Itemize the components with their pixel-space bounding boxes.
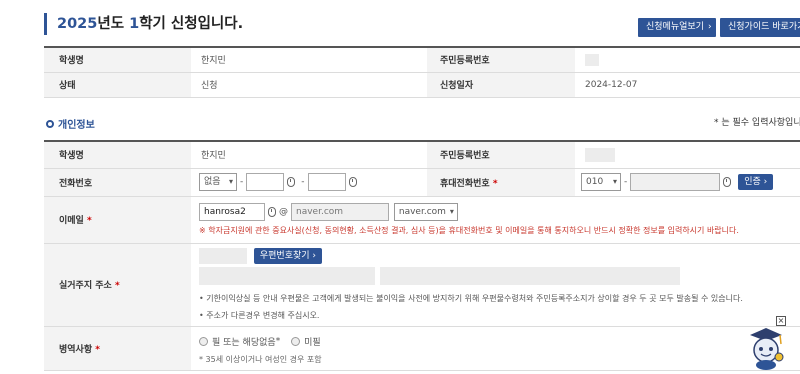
phone-label: 전화번호 — [44, 168, 191, 197]
mouse-keyboard-icon[interactable] — [287, 177, 296, 187]
rrn-label: 주민등록번호 — [427, 140, 575, 169]
mouse-keyboard-icon[interactable] — [723, 177, 732, 187]
close-icon[interactable]: × — [776, 316, 786, 326]
mouse-keyboard-icon[interactable] — [348, 177, 357, 187]
summary-status-label: 상태 — [44, 72, 191, 98]
military-done-star: * — [275, 336, 281, 346]
verify-button[interactable]: 인증 › — [738, 174, 774, 190]
personal-table: 학생명 한지민 주민등록번호 전화번호 없음 ▾ - - 휴대전화번호 * 010 ▾ -… — [44, 140, 800, 371]
mobile-prefix-select[interactable]: 010 ▾ — [581, 173, 621, 191]
address-note-1-text: 기한이익상실 등 안내 우편물은 고객에게 발생되는 불이익을 사전에 방지하기… — [206, 293, 743, 303]
military-not-done-radio[interactable] — [291, 336, 301, 346]
title-year: 2025 — [57, 16, 98, 32]
military-done-label: 필 또는 해당없음 — [212, 337, 276, 348]
title-term: 1 — [129, 16, 140, 32]
chevron-right-icon: › — [707, 22, 712, 32]
zipcode-search-label: 우편번호찾기 — [259, 250, 310, 261]
manual-button[interactable]: 신청메뉴얼보기 › — [638, 18, 716, 37]
chevron-down-icon: ▾ — [612, 177, 617, 186]
mobile-label: 휴대전화번호 — [440, 178, 490, 189]
guide-button[interactable]: 신청가이드 바로가기 — [720, 18, 800, 37]
summary-date-label: 신청일자 — [427, 72, 575, 98]
section-title-personal: 개인정보 — [46, 116, 95, 131]
dash: - — [240, 177, 244, 187]
guide-button-label: 신청가이드 바로가기 — [728, 22, 800, 32]
dash: - — [301, 177, 305, 187]
phone-middle-input[interactable] — [246, 173, 285, 191]
email-id-input[interactable]: hanrosa2 — [199, 203, 265, 221]
chevron-down-icon: ▾ — [228, 177, 233, 186]
mobile-number-input[interactable] — [630, 173, 721, 191]
summary-status-value: 신청 — [191, 72, 427, 98]
address-note-2: • 주소가 다른경우 변경해 주십시오. — [199, 310, 320, 320]
name-label: 학생명 — [44, 140, 191, 169]
zipcode-search-button[interactable]: 우편번호찾기 › — [253, 247, 323, 264]
address-note-2-text: 주소가 다른경우 변경해 주십시오. — [206, 310, 320, 320]
chatbot-mascot-icon[interactable] — [746, 326, 786, 370]
title-rest: 학기 신청입니다. — [139, 16, 244, 32]
rrn-redacted — [585, 147, 615, 162]
military-done-radio[interactable] — [199, 336, 208, 346]
address-detail-redacted — [379, 266, 680, 285]
military-not-done-label: 미필 — [304, 337, 321, 348]
rrn-redacted — [585, 53, 599, 66]
military-note: * 35세 이상이거나 여성인 경우 포함 — [199, 354, 322, 364]
email-warning: ※ 학자금지원에 관한 중요사실(신청, 동의현황, 소득산정 결과, 심사 등… — [199, 226, 739, 235]
phone-prefix-select[interactable]: 없음 ▾ — [199, 173, 237, 191]
dash: - — [624, 177, 628, 187]
chevron-down-icon: ▾ — [449, 207, 454, 216]
address-note-1: • 기한이익상실 등 안내 우편물은 고객에게 발생되는 불이익을 사전에 방지… — [199, 293, 743, 303]
required-star: * — [95, 344, 100, 355]
email-label: 이메일 — [59, 216, 84, 226]
circle-bullet-icon — [46, 119, 54, 128]
mobile-prefix-value: 010 — [586, 177, 604, 187]
address-label: 실거주지 주소 — [59, 281, 112, 291]
summary-rrn-label: 주민등록번호 — [427, 46, 575, 73]
email-at: @ — [279, 207, 288, 217]
summary-table: 학생명 한지민 주민등록번호 상태 신청 신청일자 2024-12-07 — [44, 46, 800, 98]
required-star: * — [492, 178, 498, 189]
address-base-redacted — [199, 266, 375, 285]
email-domain-select[interactable]: naver.com ▾ — [393, 203, 458, 221]
required-star: * — [114, 281, 120, 291]
email-domain-select-value: naver.com — [398, 207, 446, 217]
title-mid: 년도 — [97, 16, 130, 32]
summary-date-value: 2024-12-07 — [575, 72, 800, 98]
phone-last-input[interactable] — [307, 173, 346, 191]
required-note: * 는 필수 입력사항입니 — [714, 118, 800, 128]
page-title: 2025년도 1학기 신청입니다. — [44, 13, 243, 35]
phone-prefix-value: 없음 — [204, 177, 221, 187]
name-value: 한지민 — [191, 140, 427, 169]
zipcode-redacted — [199, 247, 247, 264]
manual-button-label: 신청메뉴얼보기 — [646, 22, 704, 32]
mouse-keyboard-icon[interactable] — [268, 207, 276, 217]
required-star: * — [86, 216, 92, 226]
summary-name-value: 한지민 — [191, 46, 427, 73]
verify-button-label: 인증 — [744, 177, 761, 187]
email-domain-input[interactable]: naver.com — [291, 203, 389, 221]
military-label: 병역사항 — [59, 344, 93, 355]
section-title-text: 개인정보 — [58, 120, 95, 131]
summary-name-label: 학생명 — [44, 46, 191, 73]
